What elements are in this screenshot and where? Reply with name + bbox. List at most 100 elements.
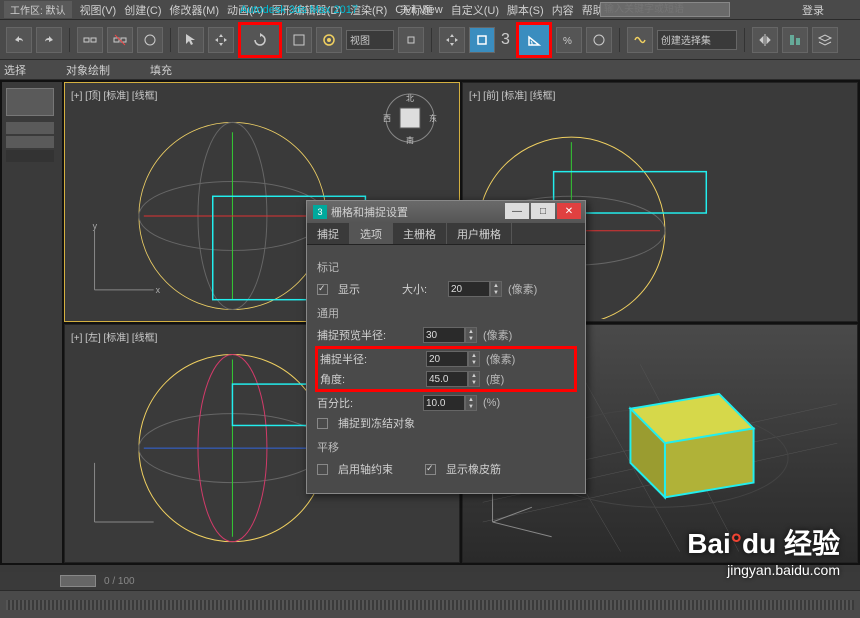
snap-toggle-button[interactable] <box>469 27 495 53</box>
tab-snap[interactable]: 捕捉 <box>307 223 350 244</box>
dialog-title: 栅格和捕捉设置 <box>331 204 408 220</box>
unit-pixels: (像素) <box>483 327 512 343</box>
size-input[interactable] <box>448 281 490 297</box>
snap-frozen-label: 捕捉到冻结对象 <box>338 415 415 431</box>
tab-home-grid[interactable]: 主栅格 <box>393 223 447 244</box>
group-translate: 平移 <box>317 439 575 455</box>
svg-text:y: y <box>93 221 98 231</box>
minimize-button[interactable]: — <box>505 203 529 219</box>
size-label: 大小: <box>402 281 442 297</box>
search-input[interactable] <box>600 2 730 17</box>
spin-down[interactable]: ▼ <box>491 289 501 296</box>
menu-animation[interactable]: 动画(A) <box>227 2 264 18</box>
select-move-button[interactable] <box>208 27 234 53</box>
redo-button[interactable] <box>36 27 62 53</box>
spin-up[interactable]: ▲ <box>469 352 479 359</box>
maximize-button[interactable]: □ <box>531 203 555 219</box>
link-button[interactable] <box>77 27 103 53</box>
percent-snap-button[interactable]: % <box>556 27 582 53</box>
rubber-band-checkbox[interactable] <box>425 464 436 475</box>
group-marker: 标记 <box>317 259 575 275</box>
login-link[interactable]: 登录 <box>802 2 824 18</box>
menu-render[interactable]: 渲染(R) <box>350 2 387 18</box>
viewport-label: [+] [顶] [标准] [线框] <box>71 87 157 102</box>
menu-customize[interactable]: 自定义(U) <box>451 2 499 18</box>
mirror-button[interactable] <box>752 27 778 53</box>
percent-input[interactable] <box>423 395 465 411</box>
panel-item[interactable] <box>6 136 54 148</box>
ribbon-select[interactable]: 选择 <box>4 62 26 78</box>
svg-text:%: % <box>563 36 572 47</box>
svg-text:北: 北 <box>406 94 414 103</box>
snap-radius-label: 捕捉半径: <box>320 351 420 367</box>
track-bar[interactable] <box>6 600 854 610</box>
doc-title: 无标题 <box>400 2 433 18</box>
menu-content[interactable]: 内容 <box>552 2 574 18</box>
dialog-titlebar[interactable]: 3 栅格和捕捉设置 — □ ✕ <box>307 201 585 223</box>
panel-item[interactable] <box>6 150 54 162</box>
align-button[interactable] <box>782 27 808 53</box>
panel-swatch[interactable] <box>6 88 54 116</box>
spin-down[interactable]: ▼ <box>469 359 479 366</box>
selection-set-input[interactable] <box>657 30 737 50</box>
viewcube[interactable]: 北南 西 东 <box>381 89 439 147</box>
ribbon-bar: 选择 对象绘制 填充 <box>0 60 860 80</box>
ref-coord-dropdown[interactable] <box>346 30 394 50</box>
tab-user-grid[interactable]: 用户栅格 <box>447 223 512 244</box>
unlink-button[interactable] <box>107 27 133 53</box>
ribbon-object-paint[interactable]: 对象绘制 <box>66 62 110 78</box>
spin-up[interactable]: ▲ <box>469 372 479 379</box>
layer-button[interactable] <box>812 27 838 53</box>
placement-button[interactable] <box>316 27 342 53</box>
spin-up[interactable]: ▲ <box>466 396 476 403</box>
main-toolbar: 3 % <box>0 20 860 60</box>
angle-label: 角度: <box>320 371 420 387</box>
percent-label: 百分比: <box>317 395 417 411</box>
spin-up[interactable]: ▲ <box>491 282 501 289</box>
axis-constraint-checkbox[interactable] <box>317 464 328 475</box>
dialog-tabs: 捕捉 选项 主栅格 用户栅格 <box>307 223 585 245</box>
show-label: 显示 <box>338 281 360 297</box>
panel-item[interactable] <box>6 122 54 134</box>
select-button[interactable] <box>178 27 204 53</box>
menu-graph[interactable]: 图形编辑器(D) <box>272 2 342 18</box>
spin-up[interactable]: ▲ <box>466 328 476 335</box>
menubar: 工作区: 默认 视图(V) 创建(C) 修改器(M) 动画(A) 图形编辑器(D… <box>0 0 860 20</box>
menu-create[interactable]: 创建(C) <box>124 2 161 18</box>
select-rotate-button[interactable] <box>238 22 282 58</box>
svg-text:东: 东 <box>429 113 437 123</box>
group-general: 通用 <box>317 305 575 321</box>
snap-frozen-checkbox[interactable] <box>317 418 328 429</box>
spinner-snap-button[interactable] <box>586 27 612 53</box>
menu-modifiers[interactable]: 修改器(M) <box>170 2 220 18</box>
left-panel <box>2 82 62 563</box>
selection-lock-button[interactable] <box>439 27 465 53</box>
angle-snap-button[interactable] <box>516 22 552 58</box>
bind-button[interactable] <box>137 27 163 53</box>
timeline[interactable]: 0 / 100 <box>0 572 860 590</box>
spin-down[interactable]: ▼ <box>466 335 476 342</box>
time-slider[interactable] <box>60 575 96 587</box>
workspace-selector[interactable]: 工作区: 默认 <box>4 1 72 18</box>
angle-input[interactable] <box>426 371 468 387</box>
viewport-label: [+] [前] [标准] [线框] <box>469 87 555 102</box>
show-checkbox[interactable] <box>317 284 328 295</box>
edit-selection-button[interactable] <box>627 27 653 53</box>
undo-button[interactable] <box>6 27 32 53</box>
spin-down[interactable]: ▼ <box>466 403 476 410</box>
tab-options[interactable]: 选项 <box>350 223 393 244</box>
snap-mode-label: 3 <box>501 31 510 49</box>
menu-view[interactable]: 视图(V) <box>80 2 117 18</box>
rubber-band-label: 显示橡皮筋 <box>446 461 501 477</box>
select-scale-button[interactable] <box>286 27 312 53</box>
close-button[interactable]: ✕ <box>557 203 581 219</box>
svg-text:南: 南 <box>406 135 414 145</box>
ribbon-fill[interactable]: 填充 <box>150 62 172 78</box>
menu-script[interactable]: 脚本(S) <box>507 2 544 18</box>
svg-text:西: 西 <box>383 114 391 123</box>
snap-preview-input[interactable] <box>423 327 465 343</box>
spin-down[interactable]: ▼ <box>469 379 479 386</box>
snap-radius-input[interactable] <box>426 351 468 367</box>
frame-display: 0 / 100 <box>104 576 135 587</box>
pivot-button[interactable] <box>398 27 424 53</box>
